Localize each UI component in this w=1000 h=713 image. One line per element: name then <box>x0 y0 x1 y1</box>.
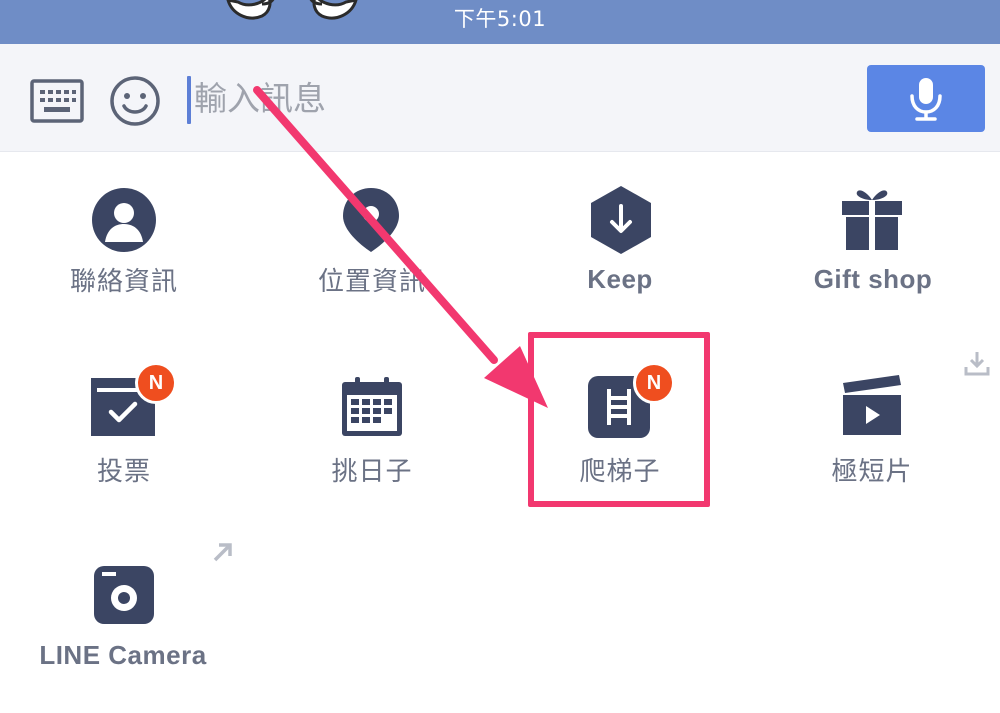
emoji-icon[interactable] <box>107 73 163 129</box>
gift-icon[interactable] <box>839 186 905 252</box>
camera-icon[interactable] <box>93 565 155 625</box>
voice-message-button[interactable] <box>867 65 985 132</box>
menu-label-gift-shop[interactable]: Gift shop <box>763 264 983 295</box>
menu-label-location[interactable]: 位置資訊 <box>262 261 482 298</box>
menu-label-contact[interactable]: 聯絡資訊 <box>14 261 234 298</box>
message-input[interactable]: 輸入訊息 <box>194 76 326 122</box>
new-badge: N <box>135 362 177 404</box>
menu-label-short-video[interactable]: 極短片 <box>762 451 982 488</box>
status-bar: 下午5:01 <box>0 0 1000 44</box>
clapperboard-icon[interactable] <box>839 373 905 437</box>
chat-screen: 下午5:01 輸入訊息 聯絡資訊 位置資訊 Keep Gift shop N 投… <box>0 0 1000 713</box>
status-time: 下午5:01 <box>453 7 547 31</box>
contact-icon[interactable] <box>91 187 157 253</box>
menu-label-pick-date[interactable]: 挑日子 <box>262 451 482 488</box>
download-icon[interactable] <box>962 349 992 379</box>
microphone-icon <box>910 77 942 121</box>
highlight-box <box>528 332 710 507</box>
menu-label-keep[interactable]: Keep <box>510 264 730 295</box>
menu-label-line-camera[interactable]: LINE Camera <box>13 640 233 671</box>
external-link-icon[interactable] <box>211 540 235 564</box>
keyboard-icon[interactable] <box>29 76 85 126</box>
location-pin-icon[interactable] <box>341 186 401 254</box>
menu-label-vote[interactable]: 投票 <box>14 451 234 488</box>
text-caret <box>187 76 191 124</box>
calendar-icon[interactable] <box>340 376 404 438</box>
keep-download-icon[interactable] <box>588 184 654 256</box>
